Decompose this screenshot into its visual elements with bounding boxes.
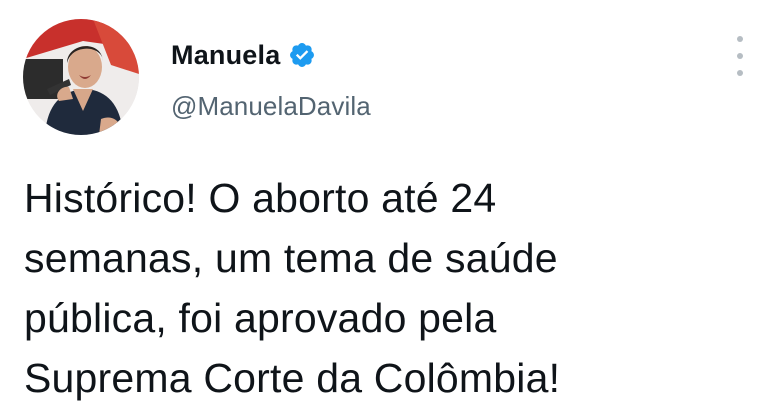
display-name[interactable]: Manuela [171,40,280,71]
avatar[interactable] [23,19,139,135]
author-handle[interactable]: @ManuelaDavila [171,91,371,122]
author-name-row[interactable]: Manuela [171,38,316,72]
tweet-text-line: Histórico! O aborto até 24 [24,175,497,221]
more-vertical-icon [737,36,743,42]
more-vertical-icon [737,70,743,76]
tweet-text: Histórico! O aborto até 24 semanas, um t… [24,168,744,408]
tweet-text-line: semanas, um tema de saúde [24,235,558,281]
more-vertical-icon [737,53,743,59]
tweet-text-line: pública, foi aprovado pela [24,295,497,341]
more-options-button[interactable] [728,36,752,76]
avatar-photo [23,19,139,135]
tweet-card[interactable]: Manuela @ManuelaDavila Histórico! O abor… [0,0,768,418]
tweet-text-line: Suprema Corte da Colômbia! [24,355,561,401]
verified-badge-icon [288,41,316,69]
